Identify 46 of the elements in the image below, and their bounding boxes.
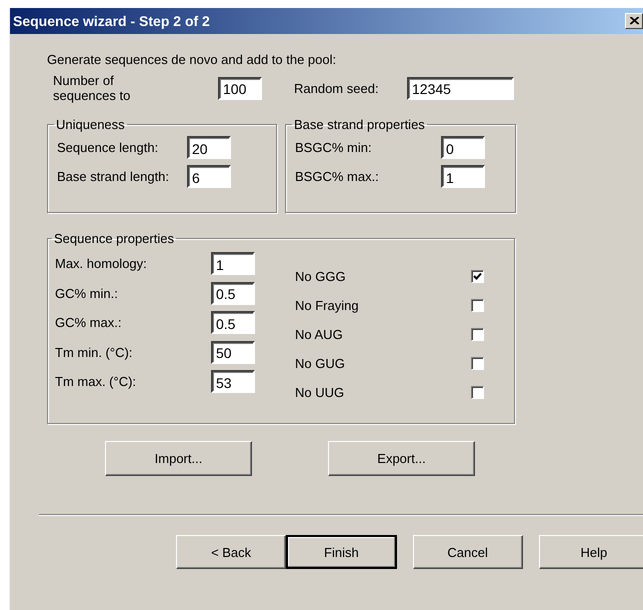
checkbox[interactable] [471,299,484,312]
checkbox[interactable] [471,357,484,370]
checkbox[interactable] [471,270,484,283]
close-icon [630,17,638,25]
action-button[interactable]: Export... [328,441,475,476]
input-field[interactable]: 0.5 [211,282,255,304]
group-title: Sequence properties [53,231,175,246]
field-label: Base strand length: [57,169,170,184]
dialog-button[interactable]: Finish [286,535,397,569]
field-label: BSGC% max.: [295,169,380,184]
close-button[interactable] [625,13,643,29]
input-field[interactable]: 1 [211,252,255,275]
dialog-button[interactable]: Help [538,535,643,569]
input-field[interactable]: 0.5 [211,311,255,334]
field-label: GC% max.: [55,315,122,330]
checkbox[interactable] [471,386,484,399]
option-label: No Fraying [295,298,360,313]
input-field[interactable]: 100 [218,76,262,100]
field-label: Max. homology: [55,256,148,271]
option-label: No AUG [295,327,344,342]
dialog-button[interactable]: Cancel [412,535,523,569]
input-field[interactable]: 0 [441,136,485,159]
field-label: Sequence length: [57,140,160,155]
dialog-button[interactable]: < Back [176,535,286,569]
input-field[interactable]: 1 [441,165,485,188]
field-label: BSGC% min: [295,140,373,155]
action-button[interactable]: Import... [105,441,252,476]
input-field[interactable]: 20 [187,136,231,159]
field-label: GC% min.: [55,286,119,300]
window-title: Sequence wizard - Step 2 of 2 [13,13,210,29]
group-title: Base strand properties [293,117,426,132]
option-label: No UUG [295,385,346,400]
input-field[interactable]: 50 [211,340,255,364]
field-label: Tm max. (°C): [55,374,138,389]
option-label: No GGG [295,269,347,284]
intro-text: Generate sequences de novo and add to the pool: [47,52,338,67]
option-label: No GUG [295,356,346,371]
input-field[interactable]: 53 [211,370,255,393]
checkbox[interactable] [471,328,484,341]
group-title: Uniqueness [55,117,126,132]
input-field[interactable]: 6 [187,165,231,188]
field-label: Random seed: [294,80,380,96]
field-label: Number of sequences to [53,73,132,103]
check-icon [473,272,482,281]
field-label: Tm min. (°C): [55,344,134,360]
input-field[interactable]: 12345 [407,76,514,100]
